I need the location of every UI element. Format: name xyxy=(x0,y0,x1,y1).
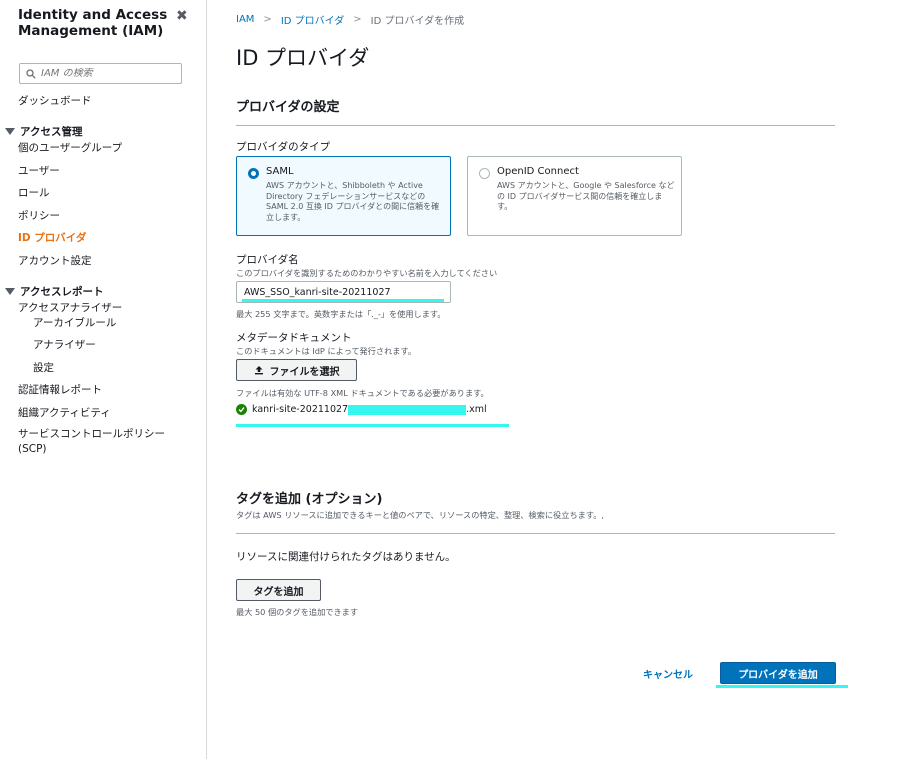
no-tags-text: リソースに関連付けられたタグはありません。 xyxy=(236,551,456,563)
sidebar-item-access-analyzer[interactable]: アクセスアナライザー xyxy=(18,300,122,315)
file-hint: ファイルは有効な UTF-8 XML ドキュメントである必要があります。 xyxy=(236,388,489,398)
choose-file-button[interactable]: ファイルを選択 xyxy=(236,359,357,381)
oidc-radio[interactable] xyxy=(479,168,490,179)
button-label: タグを追加 xyxy=(253,586,304,598)
sidebar-section-access-reports[interactable]: アクセスレポート xyxy=(5,284,103,299)
tags-description: タグは AWS リソースに追加できるキーと値のペアで、リソースの特定、整理、検索… xyxy=(236,510,604,520)
sidebar-title: Identity and Access Management (IAM) xyxy=(18,7,168,39)
cancel-button[interactable]: キャンセル xyxy=(643,666,693,681)
button-label: ファイルを選択 xyxy=(269,366,340,378)
sidebar-item-account-settings[interactable]: アカウント設定 xyxy=(18,253,92,268)
provider-type-saml-tile[interactable]: SAML AWS アカウントと、Shibboleth や Active Dire… xyxy=(236,156,451,236)
highlight-underline xyxy=(242,299,444,302)
check-circle-icon xyxy=(236,404,247,415)
upload-icon xyxy=(254,366,263,375)
caret-down-icon xyxy=(5,288,15,295)
sidebar-item-credential-report[interactable]: 認証情報レポート xyxy=(18,382,102,397)
sidebar: Identity and Access Management (IAM) ✖ ダ… xyxy=(0,0,207,759)
tile-title: OpenID Connect xyxy=(497,166,579,177)
chevron-right-icon: > xyxy=(263,14,272,25)
tags-heading: タグを追加 (オプション) xyxy=(236,492,383,507)
provider-name-label: プロバイダ名 xyxy=(236,254,299,266)
tags-limit-hint: 最大 50 個のタグを追加できます xyxy=(236,607,359,617)
divider xyxy=(236,533,835,534)
section-label: アクセスレポート xyxy=(20,286,104,298)
provider-type-oidc-tile[interactable]: OpenID Connect AWS アカウントと、Google や Sales… xyxy=(467,156,682,236)
highlight-underline xyxy=(716,685,848,688)
provider-type-label: プロバイダのタイプ xyxy=(236,141,331,153)
section-label: アクセス管理 xyxy=(20,126,83,138)
provider-settings-heading: プロバイダの設定 xyxy=(236,100,340,115)
breadcrumb-link-iam[interactable]: IAM xyxy=(236,14,254,25)
breadcrumb: IAM > ID プロバイダ > ID プロバイダを作成 xyxy=(236,12,464,27)
sidebar-item-organization-activity[interactable]: 組織アクティビティ xyxy=(18,405,111,420)
sidebar-item-policies[interactable]: ポリシー xyxy=(18,208,60,223)
breadcrumb-current: ID プロバイダを作成 xyxy=(370,16,465,27)
chevron-right-icon: > xyxy=(353,14,362,25)
divider xyxy=(236,125,835,126)
sidebar-item-user-groups[interactable]: 個のユーザーグループ xyxy=(18,140,122,155)
redaction-block xyxy=(348,404,467,415)
sidebar-item-identity-providers[interactable]: ID プロバイダ xyxy=(18,230,86,245)
tile-description: AWS アカウントと、Shibboleth や Active Directory… xyxy=(266,181,440,222)
sidebar-item-roles[interactable]: ロール xyxy=(18,185,50,200)
sidebar-item-dashboard[interactable]: ダッシュボード xyxy=(18,93,92,108)
highlight-underline xyxy=(236,424,509,427)
search-input[interactable] xyxy=(41,68,171,79)
sidebar-item-users[interactable]: ユーザー xyxy=(18,163,60,178)
sidebar-section-access-management[interactable]: アクセス管理 xyxy=(5,124,82,139)
provider-name-description: このプロバイダを識別するためのわかりやすい名前を入力してください xyxy=(236,268,498,278)
sidebar-item-scp[interactable]: サービスコントロールポリシー (SCP) xyxy=(18,427,188,457)
close-icon[interactable]: ✖ xyxy=(176,8,188,24)
add-tag-button[interactable]: タグを追加 xyxy=(236,579,321,601)
search-icon xyxy=(26,68,36,79)
tile-title: SAML xyxy=(266,166,294,177)
provider-name-hint: 最大 255 文字まで。英数字または「._-」を使用します。 xyxy=(236,309,446,319)
sidebar-search[interactable] xyxy=(19,63,182,84)
button-label: プロバイダを追加 xyxy=(738,669,818,681)
sidebar-item-archive-rules[interactable]: アーカイブルール xyxy=(33,315,116,330)
file-name-prefix: kanri-site-20211027 xyxy=(252,404,349,415)
file-name-suffix: .xml xyxy=(466,404,487,415)
metadata-document-label: メタデータドキュメント xyxy=(236,332,352,344)
tile-description: AWS アカウントと、Google や Salesforce などの ID プロ… xyxy=(497,181,675,211)
sidebar-item-analyzer-settings[interactable]: 設定 xyxy=(33,360,54,375)
metadata-document-description: このドキュメントは IdP によって発行されます。 xyxy=(236,346,417,356)
sidebar-item-analyzers[interactable]: アナライザー xyxy=(33,337,96,352)
page-title: ID プロバイダ xyxy=(236,46,370,70)
caret-down-icon xyxy=(5,128,15,135)
uploaded-file: kanri-site-20211027 .xml xyxy=(236,404,487,415)
breadcrumb-link-identity-providers[interactable]: ID プロバイダ xyxy=(281,12,344,27)
saml-radio[interactable] xyxy=(248,168,259,179)
add-provider-button[interactable]: プロバイダを追加 xyxy=(720,662,836,684)
